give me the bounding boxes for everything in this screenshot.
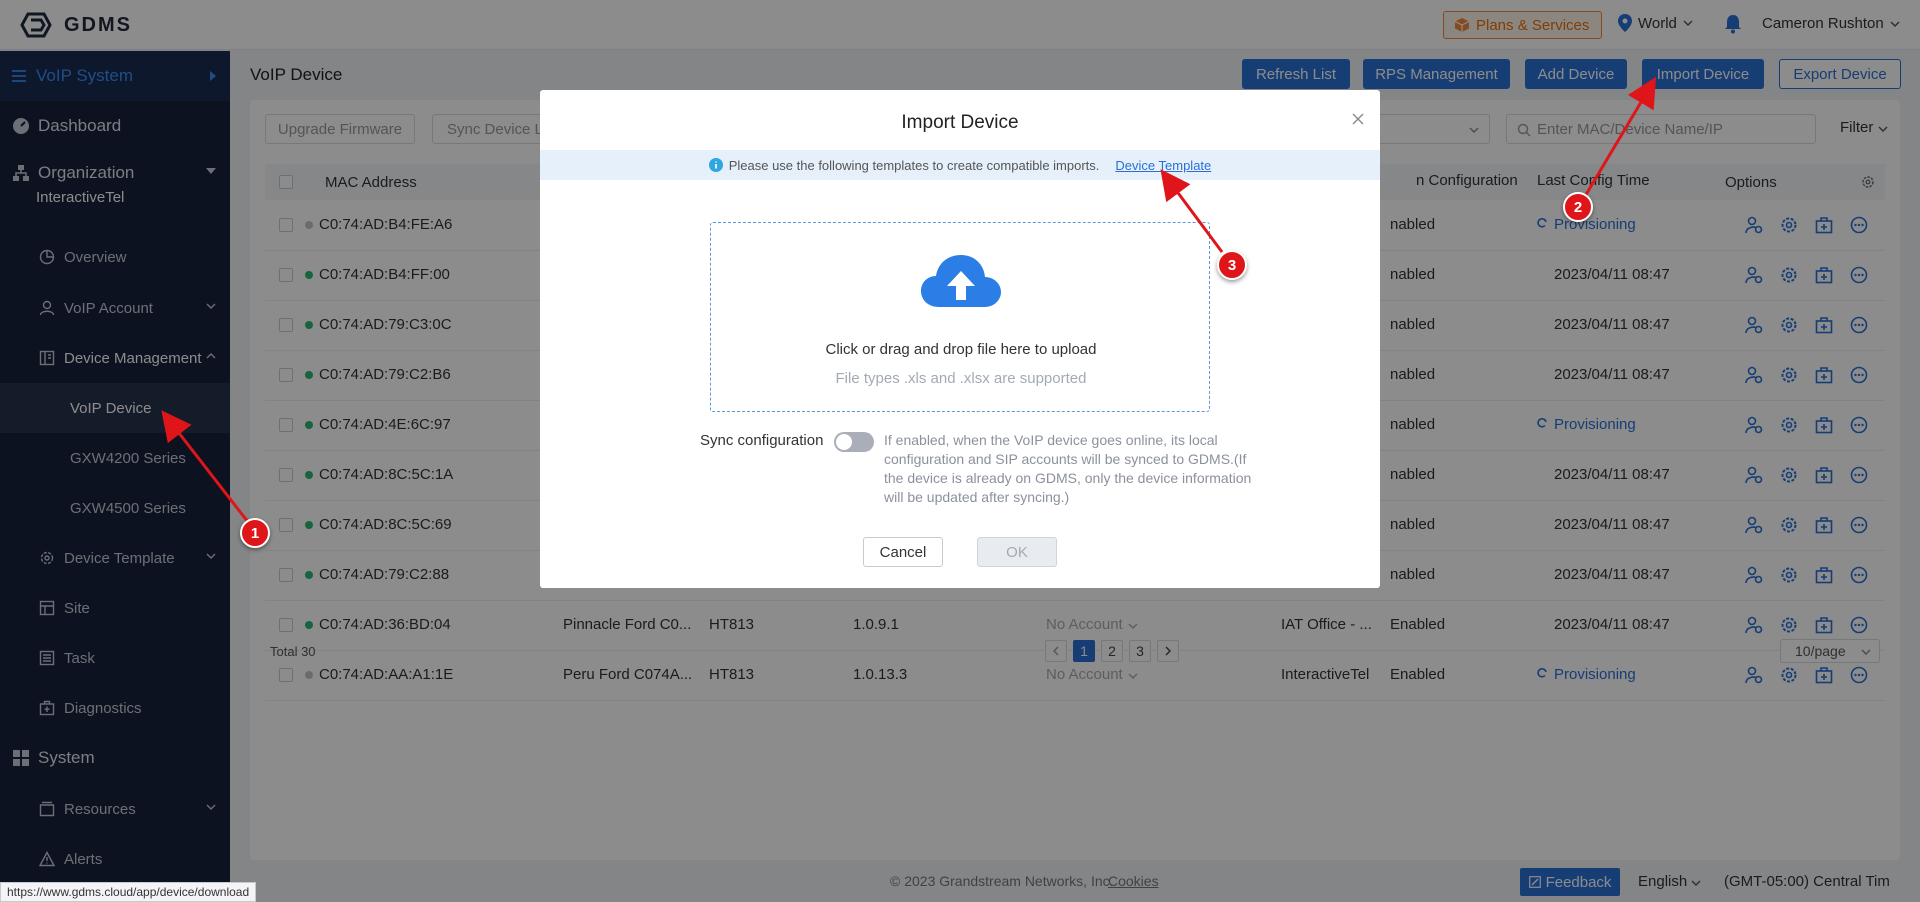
annotation-arrow-3 bbox=[1160, 169, 1224, 253]
annotation-badge-1: 1 bbox=[240, 518, 270, 548]
annotation-arrows bbox=[161, 76, 1657, 523]
annotation-badge-3: 3 bbox=[1217, 250, 1247, 280]
annotation-badge-2: 2 bbox=[1563, 192, 1593, 222]
annotation-arrow-2 bbox=[1582, 76, 1657, 199]
annotation-arrow-1 bbox=[161, 410, 250, 523]
browser-status-bar: https://www.gdms.cloud/app/device/downlo… bbox=[0, 882, 257, 902]
